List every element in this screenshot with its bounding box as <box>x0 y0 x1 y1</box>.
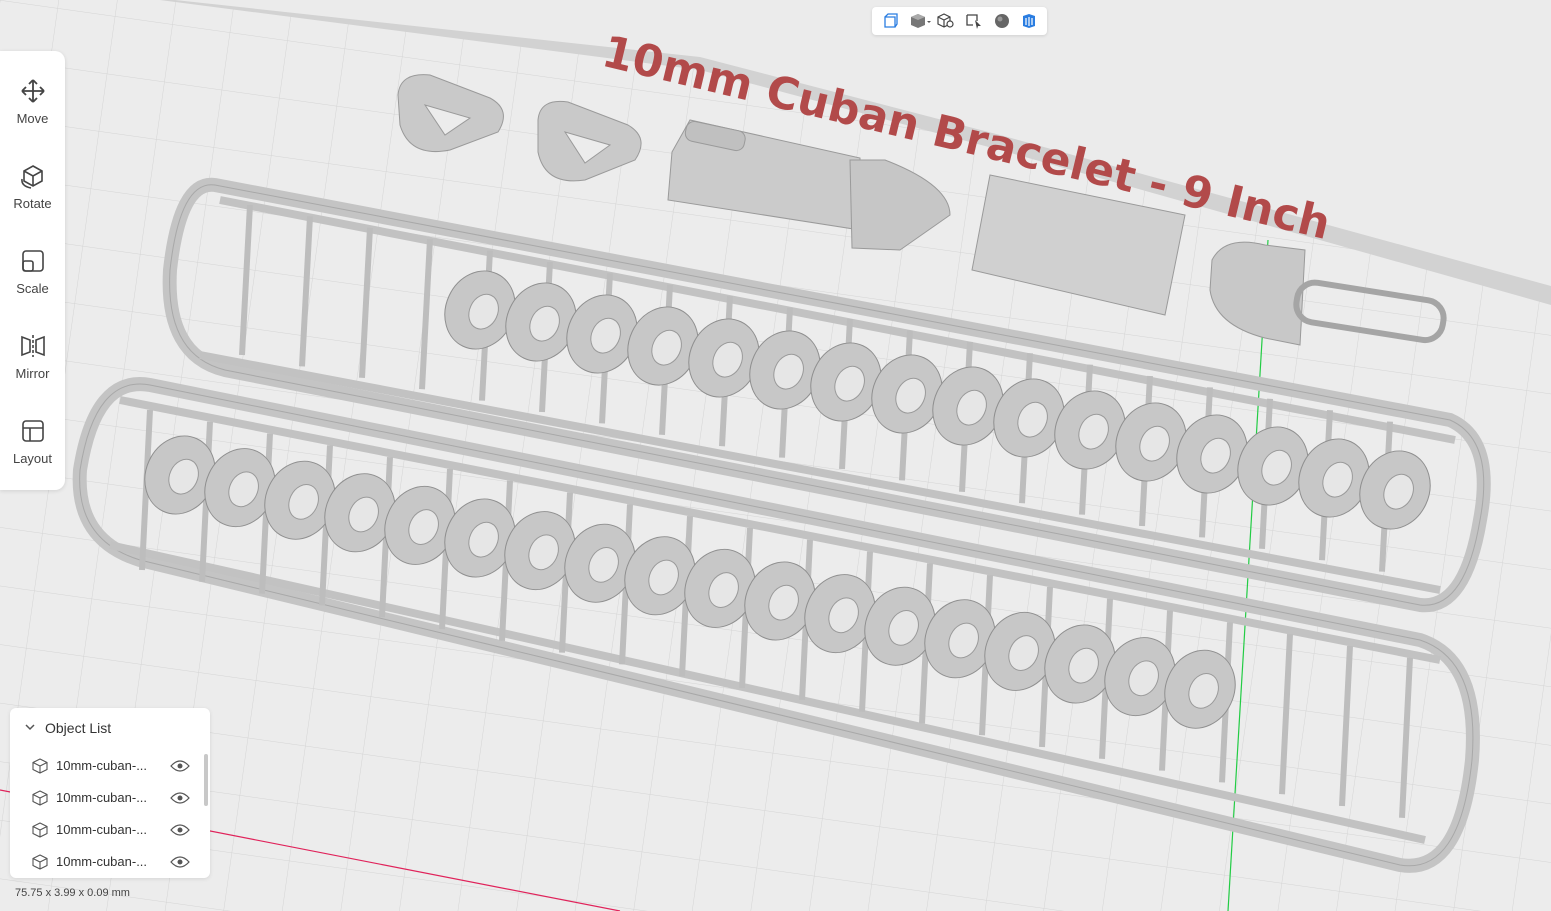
object-list-title: Object List <box>45 720 112 736</box>
layout-tool-button[interactable]: Layout <box>0 391 65 471</box>
cube-icon <box>32 854 48 870</box>
mirror-icon <box>20 335 45 357</box>
object-name: 10mm-cuban-... <box>56 822 148 837</box>
cube-icon <box>32 790 48 806</box>
eye-icon[interactable] <box>170 855 190 869</box>
layout-tool-label: Layout <box>12 451 53 466</box>
cube-icon <box>32 758 48 774</box>
sphere-icon[interactable] <box>993 13 1011 29</box>
cube-icon <box>32 822 48 838</box>
rotate-tool-label: Rotate <box>13 196 52 211</box>
chevron-down-icon <box>25 724 35 731</box>
select-box-icon[interactable] <box>965 13 983 29</box>
object-list-item[interactable]: 10mm-cuban-... <box>28 752 198 780</box>
object-list-item[interactable]: 10mm-cuban-... <box>28 816 198 844</box>
object-list-item[interactable]: 10mm-cuban-... <box>28 848 198 876</box>
scale-icon <box>21 250 44 272</box>
mirror-tool-button[interactable]: Mirror <box>0 306 65 386</box>
shaded-box-icon[interactable] <box>910 13 932 29</box>
object-name: 10mm-cuban-... <box>56 854 148 869</box>
object-list-header[interactable]: Object List <box>10 708 210 748</box>
inspect-box-icon[interactable] <box>937 13 955 29</box>
3d-viewport[interactable]: 10mm Cuban Bracelet - 9 Inch <box>0 0 1551 911</box>
view-toolbar <box>872 7 1047 35</box>
move-icon <box>20 79 45 103</box>
rotate-icon <box>20 165 43 189</box>
eye-icon[interactable] <box>170 823 190 837</box>
move-tool-button[interactable]: Move <box>0 51 65 131</box>
mirror-tool-label: Mirror <box>15 366 50 381</box>
object-name: 10mm-cuban-... <box>56 758 148 773</box>
scene-icon[interactable] <box>1020 13 1038 29</box>
layout-icon <box>21 420 44 442</box>
object-list-scrollbar[interactable] <box>204 754 208 806</box>
view-cube-icon[interactable] <box>881 13 899 29</box>
move-tool-label: Move <box>16 111 49 126</box>
object-list-panel: Object List 10mm-cuban-... 10mm-cuban-..… <box>10 708 210 878</box>
selection-dimensions: 75.75 x 3.99 x 0.09 mm <box>15 887 130 899</box>
scale-tool-label: Scale <box>16 281 49 296</box>
eye-icon[interactable] <box>170 759 190 773</box>
scale-tool-button[interactable]: Scale <box>0 221 65 301</box>
rotate-tool-button[interactable]: Rotate <box>0 136 65 216</box>
object-name: 10mm-cuban-... <box>56 790 148 805</box>
eye-icon[interactable] <box>170 791 190 805</box>
transform-toolbar: Move Rotate Scale Mirror Layout <box>0 51 65 490</box>
object-list-item[interactable]: 10mm-cuban-... <box>28 784 198 812</box>
